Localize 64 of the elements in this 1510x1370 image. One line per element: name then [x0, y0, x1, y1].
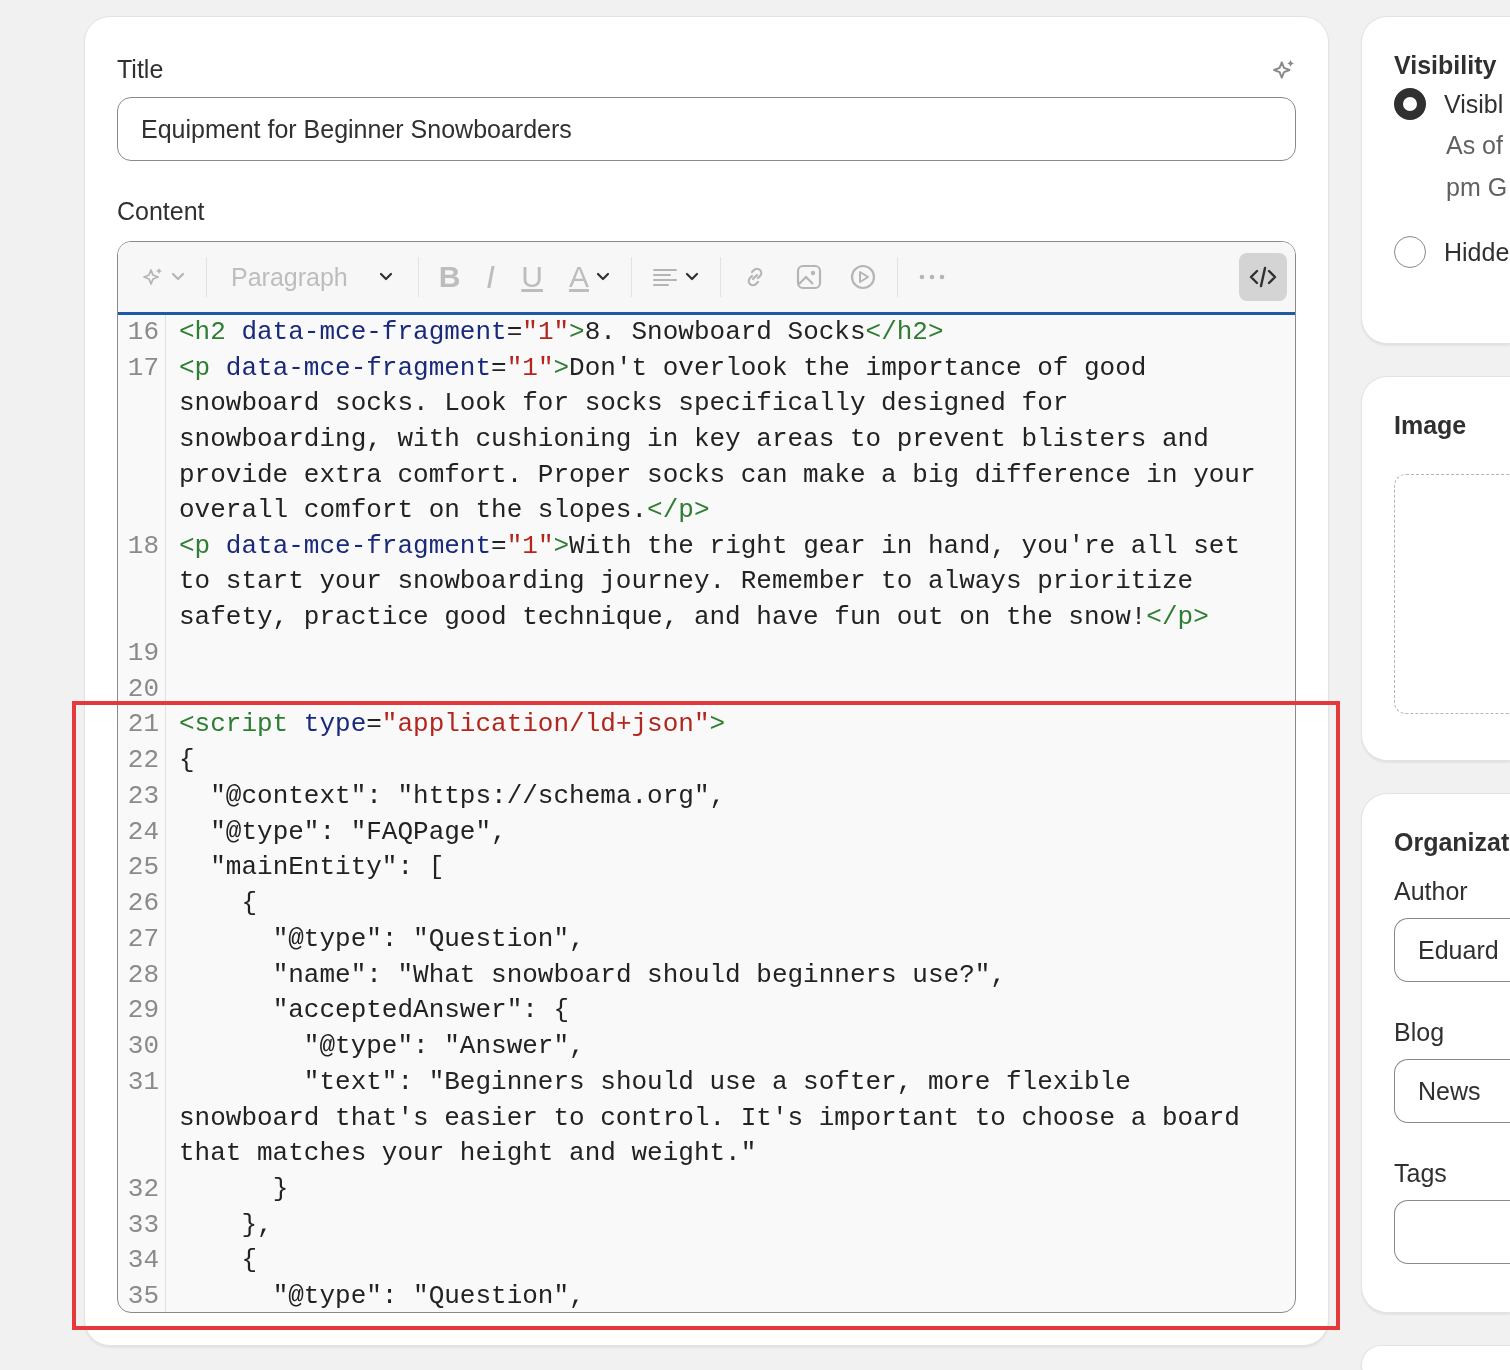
code-icon	[1248, 264, 1278, 290]
line-number: 35	[118, 1279, 166, 1312]
radio-label: Visibl	[1444, 89, 1504, 119]
line-number: 27	[118, 921, 166, 958]
code-line: {	[240, 1244, 259, 1278]
field-label: Author	[1394, 877, 1469, 906]
text-input[interactable]	[1394, 1200, 1510, 1264]
line-number: 31	[118, 1065, 166, 1172]
line-number: 22	[118, 743, 166, 779]
code-line: "acceptedAnswer": {	[271, 994, 571, 1028]
line-number: 17	[118, 350, 166, 529]
line-number: 28	[118, 957, 166, 994]
field-label: Content	[117, 197, 206, 227]
note-text: pm G	[1445, 172, 1509, 203]
line-number: 32	[118, 1171, 166, 1208]
line-number: 20	[118, 671, 166, 708]
code-button[interactable]	[1239, 253, 1287, 301]
code-line: {	[178, 744, 196, 778]
field-label: Title	[117, 54, 164, 84]
radio-button[interactable]	[1394, 88, 1426, 120]
field-label: Blog	[1394, 1018, 1446, 1047]
play-circle-icon	[848, 263, 877, 291]
field-label: Tags	[1394, 1159, 1448, 1188]
text-input[interactable]: News	[1394, 1059, 1510, 1123]
text-input[interactable]: Eduard	[1394, 918, 1510, 982]
line-number: 19	[118, 635, 166, 672]
code-line: "@type": "Answer",	[302, 1030, 586, 1064]
code-line: <p data-mce-fragment="1">Don't overlook the importance of good snowboard socks. Look for socks specifically designed for snowboarding, with cushioning in key areas to prevent blisters and provide extra comfort. Proper socks can make a big difference in your overall comfort on the slopes.</p>	[178, 351, 1257, 528]
image-drop-zone[interactable]	[1394, 474, 1510, 714]
code-line: "name": "What snowboard should beginners use?",	[271, 958, 1007, 992]
code-line: "mainEntity": [	[209, 851, 446, 885]
line-number: 21	[118, 707, 166, 744]
code-line: "@type": "Question",	[271, 922, 586, 956]
code-line: "@type": "Question",	[271, 1280, 586, 1312]
section-heading: Image	[1394, 411, 1468, 440]
note-text: As of	[1445, 130, 1504, 161]
radio-button[interactable]	[1394, 236, 1426, 268]
code-line: "text": "Beginners should use a softer, more flexible snowboard that's easier to control. It's important to choose a board that matches your height and weight."	[178, 1066, 1241, 1171]
code-line: {	[240, 887, 259, 921]
line-number: 25	[118, 850, 166, 887]
line-number: 24	[118, 814, 166, 851]
line-number: 26	[118, 886, 166, 922]
more-icon	[917, 273, 946, 281]
code-line: <script type="application/ld+json">	[178, 708, 727, 742]
line-number: 16	[118, 315, 166, 351]
sparkle-icon	[142, 266, 164, 288]
section-heading: Organizat	[1394, 828, 1510, 857]
code-line: "@context": "https://schema.org",	[209, 779, 727, 813]
line-number: 30	[118, 1029, 166, 1065]
code-line: "@type": "FAQPage",	[209, 815, 508, 849]
radio-label: Hidde	[1444, 237, 1510, 267]
line-number: 18	[118, 528, 166, 636]
align-left-icon	[651, 266, 678, 288]
line-number: 33	[118, 1207, 166, 1244]
code-line: <h2 data-mce-fragment="1">8. Snowboard Socks</h2>	[178, 316, 945, 349]
line-number: 23	[118, 778, 166, 815]
section-heading: Visibility	[1394, 51, 1498, 80]
code-line: }	[271, 1172, 290, 1206]
code-line: },	[240, 1208, 274, 1242]
code-line: <p data-mce-fragment="1">With the right gear in hand, you're all set to start your snowboarding journey. Remember to always prioritize safety, practice good technique, and have fun out on the snow!</p>	[178, 529, 1242, 635]
image-icon	[794, 263, 823, 291]
line-number: 29	[118, 993, 166, 1030]
line-number: 34	[118, 1243, 166, 1280]
title-input[interactable]: Equipment for Beginner Snowboarders	[117, 97, 1296, 161]
